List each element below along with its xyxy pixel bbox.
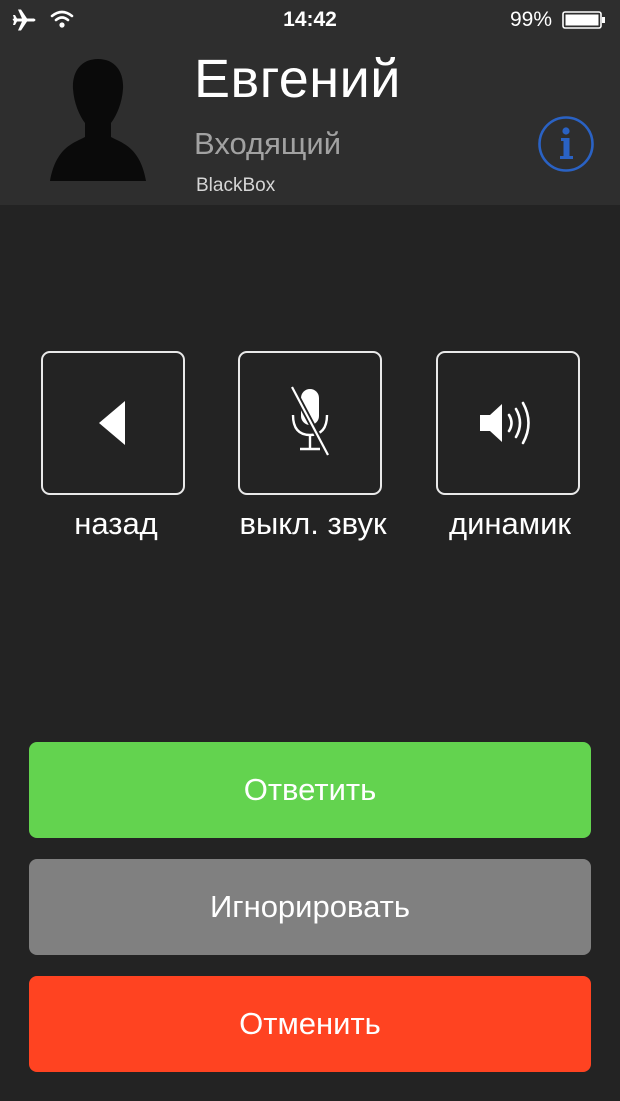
ignore-button[interactable]: Игнорировать xyxy=(29,859,591,955)
speaker-label: динамик xyxy=(449,506,571,541)
cancel-button[interactable]: Отменить xyxy=(29,976,591,1072)
contact-name: Евгений xyxy=(194,49,401,109)
battery-icon xyxy=(562,11,605,29)
battery-percent: 99% xyxy=(509,8,552,31)
person-silhouette-icon xyxy=(50,59,146,181)
mute-label: выкл. звук xyxy=(239,506,387,541)
back-triangle-icon xyxy=(99,401,125,445)
caller-header: 14:42 99% Евгений Входящий BlackBox xyxy=(0,0,620,205)
status-bar: 14:42 99% xyxy=(0,0,620,40)
call-app-label: BlackBox xyxy=(196,175,276,196)
back-button[interactable] xyxy=(41,351,185,495)
call-status: Входящий xyxy=(194,126,342,161)
answer-button[interactable]: Ответить xyxy=(29,742,591,838)
speaker-button[interactable] xyxy=(436,351,580,495)
info-icon[interactable] xyxy=(537,115,595,173)
back-label: назад xyxy=(74,506,158,541)
speaker-icon xyxy=(480,401,530,445)
mic-muted-icon xyxy=(289,385,331,457)
mute-button[interactable] xyxy=(238,351,382,495)
